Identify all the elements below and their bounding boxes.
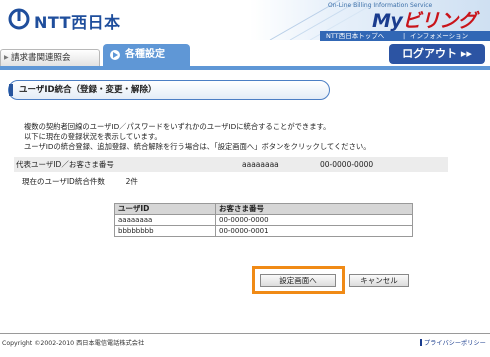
intro-text: 複数の契約者回線のユーザID／パスワードをいずれかのユーザIDに統合することがで… <box>24 122 464 152</box>
service-title: Myビリング <box>372 6 477 33</box>
privacy-policy-link[interactable]: プライバシーポリシー <box>424 338 486 347</box>
cancel-button[interactable]: キャンセル <box>349 274 409 287</box>
footer-divider <box>0 333 490 334</box>
ntt-logo-text: NTT西日本 <box>34 13 121 32</box>
column-header-user-id: ユーザID <box>114 203 216 215</box>
go-to-settings-button[interactable]: 設定画面へ <box>260 274 336 287</box>
link-information[interactable]: インフォメーション <box>410 31 468 41</box>
representative-customer-no: 00-0000-0000 <box>320 160 374 169</box>
service-title-suffix: ビリング <box>402 10 477 32</box>
tab-billing-inquiry[interactable]: 請求書関連照会 <box>0 49 100 66</box>
count-value: 2件 <box>125 177 138 186</box>
count-label: 現在のユーザID統合件数 <box>22 177 105 186</box>
column-header-customer-no: お客さま番号 <box>215 203 413 215</box>
copyright: Copyright ©2002-2010 西日本電信電話株式会社 <box>2 340 145 347</box>
table-row: aaaaaaaa 00-0000-0000 <box>114 214 413 226</box>
cell-user-id: aaaaaaaa <box>114 214 216 226</box>
integration-count: 現在のユーザID統合件数 2件 <box>22 176 138 188</box>
link-ntt-top[interactable]: NTT西日本トップへ <box>326 31 384 41</box>
tab-underline <box>0 66 490 70</box>
ntt-logo-icon <box>8 8 30 30</box>
table-header-row: ユーザID お客さま番号 <box>114 203 413 215</box>
cell-user-id: bbbbbbbb <box>114 225 216 237</box>
play-icon <box>110 50 120 60</box>
link-separator: | <box>403 32 406 40</box>
representative-label: 代表ユーザID／お客さま番号 <box>16 160 114 169</box>
cell-customer-no: 00-0000-0000 <box>215 214 413 226</box>
intro-line: 以下に現在の登録状況を表示しています。 <box>24 132 162 141</box>
representative-user-id: aaaaaaaa <box>242 160 279 169</box>
logout-button[interactable]: ログアウト ▸▸ <box>389 44 485 64</box>
user-id-table: ユーザID お客さま番号 aaaaaaaa 00-0000-0000 bbbbb… <box>114 203 413 237</box>
intro-line: ユーザIDの統合登録、追加登録、統合解除を行う場合は、「設定画面へ」ボタンをクリ… <box>24 142 371 151</box>
service-title-prefix: My <box>372 10 403 32</box>
representative-row: 代表ユーザID／お客さま番号 aaaaaaaa 00-0000-0000 <box>14 157 448 172</box>
cell-customer-no: 00-0000-0001 <box>215 225 413 237</box>
link-bar-icon <box>420 339 422 346</box>
intro-line: 複数の契約者回線のユーザID／パスワードをいずれかのユーザIDに統合することがで… <box>24 122 331 131</box>
page-title: ユーザID統合（登録・変更・解除） <box>8 80 330 100</box>
table-row: bbbbbbbb 00-0000-0001 <box>114 225 413 237</box>
top-link-bar: NTT西日本トップへ | インフォメーション <box>320 31 490 41</box>
